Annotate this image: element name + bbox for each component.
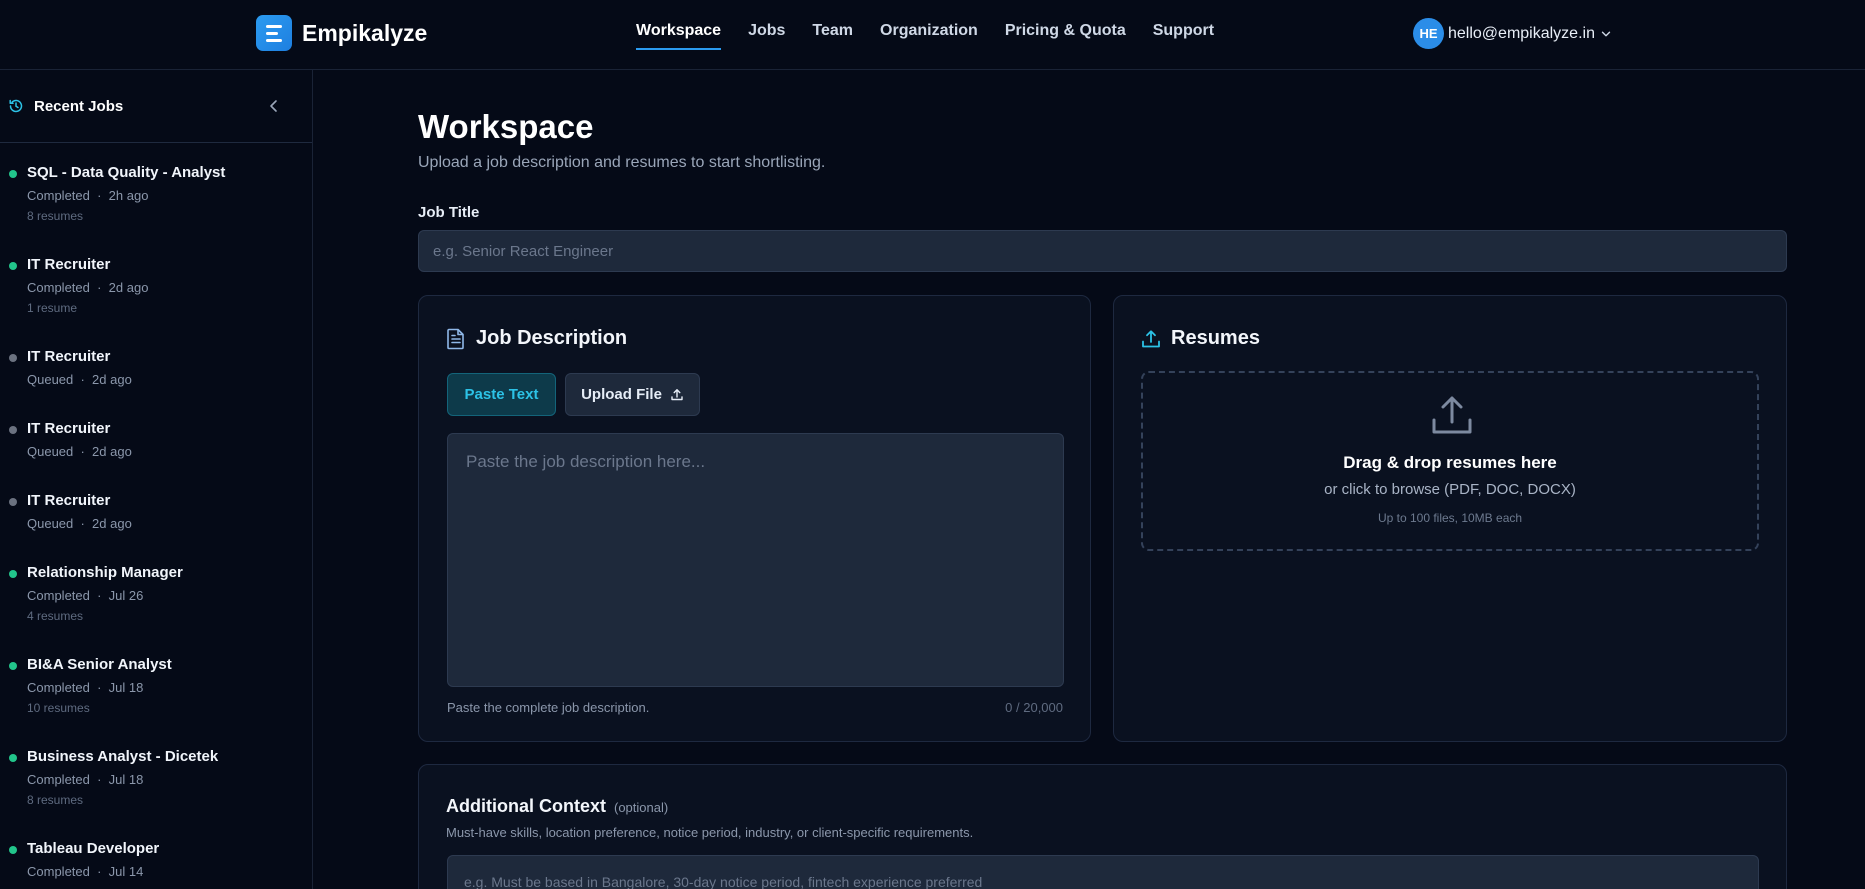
job-title: IT Recruiter — [27, 492, 111, 509]
upload-icon — [671, 388, 683, 400]
nav-workspace[interactable]: Workspace — [636, 22, 722, 50]
jd-hint: Paste the complete job description. — [447, 700, 650, 715]
context-optional: (optional) — [614, 800, 669, 815]
page-subtitle: Upload a job description and resumes to … — [418, 154, 826, 171]
job-resume-count: 10 resumes — [27, 701, 90, 715]
list-item[interactable]: IT Recruiter Queued · 2d ago — [0, 347, 312, 419]
list-item[interactable]: Relationship Manager Completed · Jul 26 … — [0, 563, 312, 655]
job-meta: Completed · Jul 14 — [27, 864, 144, 879]
dropzone-title: Drag & drop resumes here — [1343, 453, 1557, 472]
sidebar-header: Recent Jobs — [0, 70, 312, 143]
nav-jobs[interactable]: Jobs — [748, 22, 785, 50]
jd-card-header: Job Description — [446, 327, 627, 350]
sidebar: Recent Jobs SQL - Data Quality - Analyst… — [0, 70, 313, 889]
status-dot — [9, 262, 17, 270]
job-title: Relationship Manager — [27, 564, 183, 581]
list-item[interactable]: SQL - Data Quality - Analyst Completed ·… — [0, 163, 312, 255]
status-dot — [9, 846, 17, 854]
job-title: Tableau Developer — [27, 840, 160, 857]
paste-text-tab[interactable]: Paste Text — [447, 373, 556, 416]
list-item[interactable]: Business Analyst - Dicetek Completed · J… — [0, 747, 312, 839]
job-title: SQL - Data Quality - Analyst — [27, 164, 226, 181]
chevron-down-icon — [1601, 31, 1611, 36]
job-meta: Completed · 2h ago — [27, 188, 149, 203]
upload-icon — [1142, 329, 1160, 347]
history-icon — [9, 99, 23, 113]
resumes-card-header: Resumes — [1141, 327, 1260, 350]
job-resume-count: 8 resumes — [27, 209, 84, 223]
status-dot — [9, 426, 17, 434]
paste-text-label: Paste Text — [464, 386, 539, 403]
resumes-card: Resumes Drag & drop resumes here or clic… — [1113, 295, 1787, 742]
main-nav: Workspace Jobs Team Organization Pricing… — [636, 22, 1214, 50]
job-meta: Completed · Jul 18 — [27, 680, 144, 695]
job-meta: Completed · Jul 26 — [27, 588, 144, 603]
job-title: IT Recruiter — [27, 348, 111, 365]
nav-pricing-quota[interactable]: Pricing & Quota — [1005, 22, 1126, 50]
brand-logo-icon — [256, 15, 292, 51]
job-resume-count: 4 resumes — [27, 609, 84, 623]
upload-icon — [1432, 396, 1472, 434]
list-item[interactable]: IT Recruiter Queued · 2d ago — [0, 419, 312, 491]
list-item[interactable]: IT Recruiter Completed · 2d ago 1 resume — [0, 255, 312, 347]
nav-support[interactable]: Support — [1153, 22, 1214, 50]
additional-context-textarea[interactable] — [447, 855, 1759, 889]
job-meta: Completed · Jul 18 — [27, 772, 144, 787]
status-dot — [9, 354, 17, 362]
user-email: hello@empikalyze.in — [1448, 24, 1595, 42]
job-title: IT Recruiter — [27, 256, 111, 273]
resume-dropzone[interactable]: Drag & drop resumes here or click to bro… — [1141, 371, 1759, 551]
context-header: Additional Context (optional) — [446, 796, 668, 817]
status-dot — [9, 498, 17, 506]
sidebar-title: Recent Jobs — [34, 97, 124, 115]
job-resume-count: 8 resumes — [27, 793, 84, 807]
additional-context-card: Additional Context (optional) Must-have … — [418, 764, 1787, 889]
brand-name: Empikalyze — [302, 19, 428, 46]
job-title: IT Recruiter — [27, 420, 111, 437]
user-menu[interactable]: HE hello@empikalyze.in — [1413, 18, 1613, 49]
job-description-textarea[interactable] — [447, 433, 1064, 687]
upload-file-tab[interactable]: Upload File — [565, 373, 700, 416]
dropzone-limit: Up to 100 files, 10MB each — [1377, 511, 1523, 525]
job-title-label: Job Title — [418, 204, 480, 221]
brand[interactable]: Empikalyze — [256, 15, 427, 51]
list-item[interactable]: Tableau Developer Completed · Jul 14 — [0, 839, 312, 889]
job-title: Business Analyst - Dicetek — [27, 748, 219, 765]
nav-organization[interactable]: Organization — [880, 22, 978, 50]
status-dot — [9, 570, 17, 578]
job-meta: Completed · 2d ago — [27, 280, 149, 295]
resumes-card-title: Resumes — [1171, 327, 1260, 349]
context-title: Additional Context — [446, 796, 606, 816]
job-description-card: Job Description Paste Text Upload File P… — [418, 295, 1091, 742]
jd-input-tabs: Paste Text Upload File — [447, 373, 700, 416]
list-item[interactable]: BI&A Senior Analyst Completed · Jul 18 1… — [0, 655, 312, 747]
jd-card-title: Job Description — [476, 327, 628, 349]
job-title: BI&A Senior Analyst — [27, 656, 172, 673]
status-dot — [9, 662, 17, 670]
page-title: Workspace — [418, 108, 594, 145]
job-meta: Queued · 2d ago — [27, 372, 132, 387]
job-title-input[interactable] — [418, 230, 1787, 272]
list-item[interactable]: IT Recruiter Queued · 2d ago — [0, 491, 312, 563]
chevron-left-icon[interactable] — [266, 98, 282, 114]
status-dot — [9, 170, 17, 178]
context-description: Must-have skills, location preference, n… — [446, 825, 974, 840]
job-resume-count: 1 resume — [27, 301, 78, 315]
recent-jobs-list: SQL - Data Quality - Analyst Completed ·… — [0, 143, 312, 889]
upload-file-label: Upload File — [581, 386, 662, 403]
status-dot — [9, 754, 17, 762]
document-icon — [447, 328, 464, 349]
dropzone-subtitle: or click to browse (PDF, DOC, DOCX) — [1324, 481, 1576, 498]
jd-char-counter: 0 / 20,000 — [1005, 700, 1063, 715]
job-meta: Queued · 2d ago — [27, 516, 132, 531]
job-meta: Queued · 2d ago — [27, 444, 132, 459]
avatar: HE — [1413, 18, 1444, 49]
nav-team[interactable]: Team — [812, 22, 853, 50]
top-navbar: Empikalyze Workspace Jobs Team Organizat… — [0, 0, 1865, 70]
